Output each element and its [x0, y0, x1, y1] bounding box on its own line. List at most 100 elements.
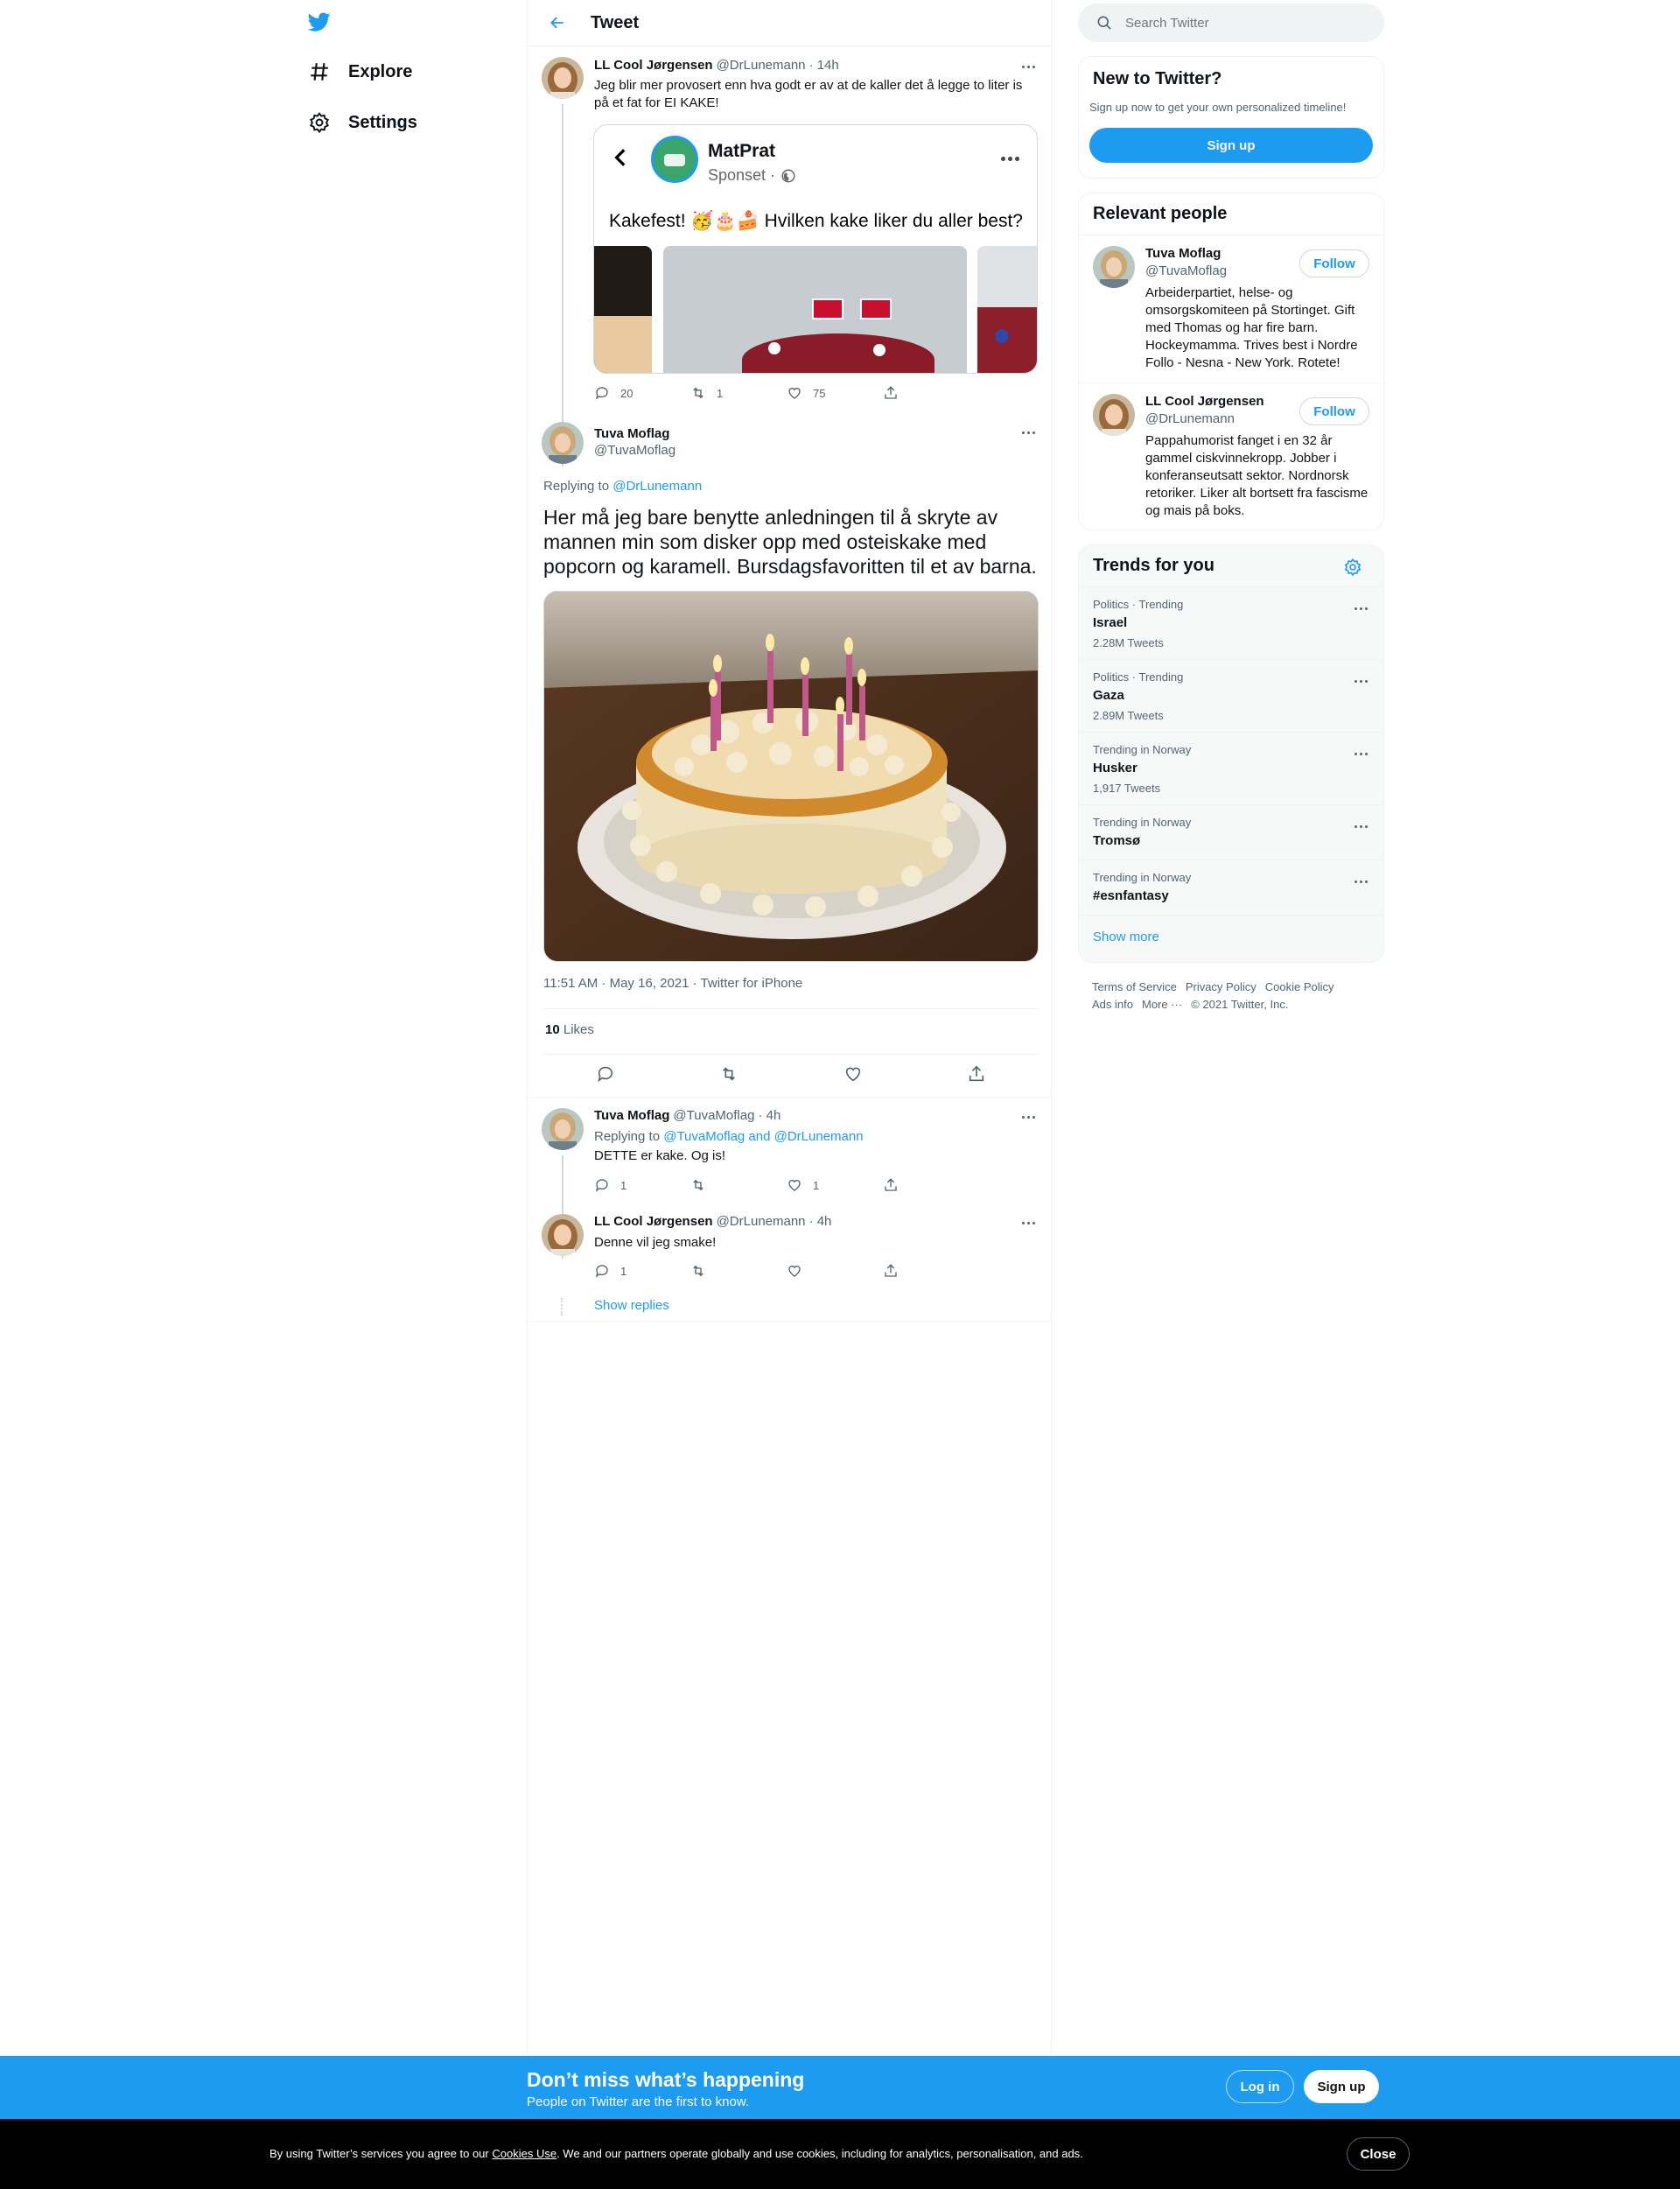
more-icon[interactable] — [1352, 745, 1369, 762]
share-button[interactable] — [883, 1176, 979, 1194]
embedded-ad-card[interactable]: MatPrat Sponset · Kakefest! 🥳🎂🍰 Hvilken … — [593, 124, 1038, 374]
show-more-link[interactable]: Show more — [1093, 930, 1159, 944]
nav-explore[interactable]: Explore — [308, 51, 412, 93]
person-handle[interactable]: @TuvaMoflag — [1145, 263, 1227, 278]
more-icon[interactable] — [1001, 157, 1019, 161]
person-card[interactable]: Tuva Moflag @TuvaMoflag Follow Arbeiderp… — [1079, 235, 1383, 382]
cookies-use-link[interactable]: Cookies Use — [492, 2147, 556, 2160]
more-icon[interactable] — [1352, 873, 1369, 890]
author-handle[interactable]: @TuvaMoflag — [673, 1108, 754, 1123]
mention-link[interactable]: @DrLunemann — [612, 479, 702, 494]
author-name[interactable]: Tuva Moflag — [594, 426, 669, 441]
trend-item[interactable]: Politics · Trending Gaza 2.89M Tweets — [1079, 659, 1383, 732]
trend-name: Gaza — [1093, 688, 1124, 703]
like-button[interactable] — [787, 1262, 883, 1280]
more-icon[interactable] — [1352, 600, 1369, 617]
person-name[interactable]: Tuva Moflag — [1145, 246, 1221, 261]
brand-name[interactable]: MatPrat — [708, 141, 775, 162]
reply-button[interactable]: 1 — [594, 1262, 690, 1280]
footer-link[interactable]: Terms of Service — [1092, 980, 1177, 993]
signup-button[interactable]: Sign up — [1304, 2070, 1379, 2103]
person-card[interactable]: LL Cool Jørgensen @DrLunemann Follow Pap… — [1079, 382, 1383, 530]
footer-link[interactable]: More ··· — [1142, 998, 1182, 1011]
gear-icon — [310, 112, 329, 134]
more-icon[interactable] — [1019, 1214, 1037, 1231]
back-button[interactable] — [542, 7, 573, 39]
panel-title: Trends for you — [1093, 556, 1214, 575]
brand-avatar[interactable] — [651, 136, 698, 183]
more-icon[interactable] — [1019, 1108, 1037, 1126]
more-icon[interactable] — [1352, 817, 1369, 835]
footer-link[interactable]: Cookie Policy — [1265, 980, 1334, 993]
timestamp[interactable]: · 4h — [809, 1214, 832, 1229]
reply-count: 1 — [620, 1178, 627, 1192]
carousel-image[interactable] — [977, 246, 1037, 373]
retweet-icon[interactable] — [719, 1064, 738, 1084]
more-icon[interactable] — [1352, 672, 1369, 690]
footer-link[interactable]: Ads info — [1092, 998, 1133, 1011]
heart-icon — [788, 1266, 801, 1277]
signup-button[interactable]: Sign up — [1089, 128, 1373, 163]
avatar[interactable] — [1093, 394, 1135, 436]
like-button[interactable]: 1 — [787, 1176, 883, 1194]
like-button[interactable]: 75 — [787, 384, 883, 402]
avatar[interactable] — [542, 1214, 584, 1256]
likes-summary[interactable]: 10 Likes — [545, 1022, 594, 1037]
search-bar[interactable] — [1078, 4, 1384, 42]
login-button[interactable]: Log in — [1226, 2070, 1294, 2103]
author-handle[interactable]: @TuvaMoflag — [594, 443, 676, 458]
retweet-button[interactable]: 1 — [690, 384, 787, 402]
avatar[interactable] — [542, 422, 584, 464]
panel-title: Relevant people — [1093, 204, 1228, 223]
author-handle[interactable]: @DrLunemann — [717, 58, 806, 73]
reply-button[interactable]: 1 — [594, 1176, 690, 1194]
follow-button[interactable]: Follow — [1299, 249, 1369, 277]
chevron-left-icon[interactable] — [610, 146, 633, 169]
heart-icon[interactable] — [844, 1064, 863, 1084]
trend-name: Tromsø — [1093, 833, 1141, 848]
search-input[interactable] — [1125, 15, 1353, 31]
share-button[interactable] — [883, 1262, 979, 1280]
show-replies-link[interactable]: Show replies — [594, 1298, 669, 1313]
footer-link[interactable]: Privacy Policy — [1186, 980, 1256, 993]
author-name[interactable]: LL Cool Jørgensen — [594, 1214, 713, 1229]
avatar[interactable] — [542, 1108, 584, 1150]
trend-count: 1,917 Tweets — [1093, 782, 1161, 795]
tweet-meta[interactable]: 11:51 AM · May 16, 2021 · Twitter for iP… — [543, 976, 802, 991]
reply-button[interactable]: 20 — [594, 384, 690, 402]
carousel-image[interactable] — [594, 246, 652, 373]
avatar[interactable] — [1093, 246, 1135, 288]
share-icon[interactable] — [967, 1064, 986, 1084]
more-icon[interactable] — [1019, 424, 1037, 441]
reply-icon[interactable] — [596, 1064, 615, 1084]
trend-context: Trending in Norway — [1093, 871, 1192, 884]
author-name[interactable]: LL Cool Jørgensen — [594, 58, 713, 73]
trend-item[interactable]: Trending in Norway Husker 1,917 Tweets — [1079, 732, 1383, 804]
follow-button[interactable]: Follow — [1299, 397, 1369, 425]
retweet-button[interactable] — [690, 1262, 787, 1280]
heart-icon — [788, 1180, 801, 1191]
person-name[interactable]: LL Cool Jørgensen — [1145, 394, 1264, 409]
share-button[interactable] — [883, 384, 979, 402]
globe-icon — [781, 169, 795, 182]
gear-icon[interactable] — [1343, 558, 1362, 577]
nav-settings[interactable]: Settings — [308, 102, 417, 144]
action-bar: 1 1 — [594, 1176, 979, 1194]
timestamp[interactable]: · 4h — [758, 1108, 780, 1123]
author-handle[interactable]: @DrLunemann — [717, 1214, 806, 1229]
avatar[interactable] — [542, 57, 584, 99]
person-handle[interactable]: @DrLunemann — [1145, 411, 1235, 426]
timestamp[interactable]: · 14h — [809, 58, 839, 73]
twitter-logo-icon[interactable] — [306, 11, 332, 33]
retweet-button[interactable] — [690, 1176, 787, 1194]
carousel-image[interactable] — [663, 246, 967, 373]
mention-link[interactable]: @TuvaMoflag and @DrLunemann — [663, 1129, 863, 1144]
close-button[interactable]: Close — [1347, 2137, 1410, 2171]
trend-item[interactable]: Trending in Norway Tromsø — [1079, 804, 1383, 859]
trend-item[interactable]: Politics · Trending Israel 2.28M Tweets — [1079, 586, 1383, 659]
trend-item[interactable]: Trending in Norway #esnfantasy — [1079, 859, 1383, 915]
author-name[interactable]: Tuva Moflag — [594, 1108, 669, 1123]
more-icon[interactable] — [1019, 58, 1037, 75]
new-to-twitter-panel: New to Twitter? Sign up now to get your … — [1078, 56, 1384, 179]
tweet-photo[interactable] — [543, 591, 1039, 962]
